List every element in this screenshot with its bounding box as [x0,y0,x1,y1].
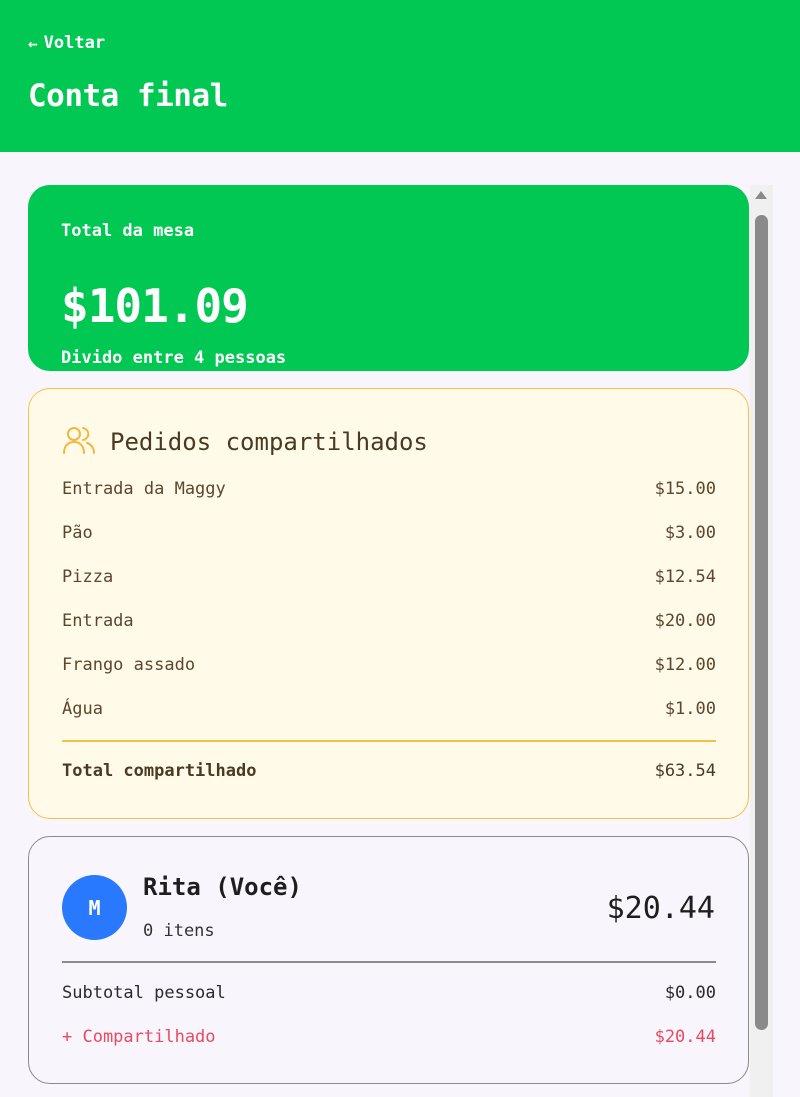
list-item: Frango assado $12.00 [62,655,716,699]
scrollbar[interactable] [750,185,773,1097]
list-item: Água $1.00 [62,699,716,743]
app-header: ← Voltar Conta final [0,0,800,152]
shared-share-value: $20.44 [654,1027,716,1047]
shared-share-row: + Compartilhado $20.44 [62,1027,716,1047]
split-text: Divido entre 4 pessoas [61,348,287,368]
shared-orders-header: Pedidos compartilhados [62,425,428,459]
shared-share-label: + Compartilhado [62,1027,216,1047]
item-price: $1.00 [664,699,716,719]
table-total-card: Total da mesa $101.09 Divido entre 4 pes… [28,185,749,371]
person-total: $20.44 [606,891,715,926]
page-title: Conta final [28,78,228,114]
back-label: Voltar [43,33,106,53]
shared-total-value: $63.54 [654,761,716,781]
list-item: Entrada da Maggy $15.00 [62,479,716,523]
content-scroll-area[interactable]: Total da mesa $101.09 Divido entre 4 pes… [0,152,800,1097]
shared-items-list: Entrada da Maggy $15.00 Pão $3.00 Pizza … [62,479,716,743]
scroll-up-arrow-icon[interactable] [755,191,767,199]
table-total-amount: $101.09 [61,279,249,333]
item-price: $12.00 [654,655,716,675]
list-item: Pizza $12.54 [62,567,716,611]
person-card[interactable]: M Rita (Você) 0 itens $20.44 Subtotal pe… [28,836,749,1084]
scrollbar-thumb[interactable] [755,215,768,1030]
back-button[interactable]: ← Voltar [28,33,105,53]
subtotal-value: $0.00 [664,983,716,1003]
shared-total-label: Total compartilhado [62,761,257,781]
item-name: Pizza [62,567,114,587]
users-icon [62,425,96,459]
item-price: $3.00 [664,523,716,543]
shared-orders-card: Pedidos compartilhados Entrada da Maggy … [28,388,749,819]
shared-orders-title: Pedidos compartilhados [110,428,428,456]
table-total-label: Total da mesa [61,221,195,241]
shared-total-row: Total compartilhado $63.54 [62,761,716,781]
item-name: Água [62,699,103,719]
subtotal-row: Subtotal pessoal $0.00 [62,983,716,1003]
arrow-left-icon: ← [28,33,38,53]
divider [62,740,716,742]
divider [62,961,716,963]
avatar: M [62,875,127,940]
item-name: Entrada [62,611,134,631]
list-item: Pão $3.00 [62,523,716,567]
person-items-count: 0 itens [143,921,215,941]
list-item: Entrada $20.00 [62,611,716,655]
item-name: Frango assado [62,655,196,675]
item-price: $12.54 [654,567,716,587]
item-price: $15.00 [654,479,716,499]
subtotal-label: Subtotal pessoal [62,983,226,1003]
person-name: Rita (Você) [143,873,302,901]
item-name: Entrada da Maggy [62,479,226,499]
item-name: Pão [62,523,93,543]
item-price: $20.00 [654,611,716,631]
